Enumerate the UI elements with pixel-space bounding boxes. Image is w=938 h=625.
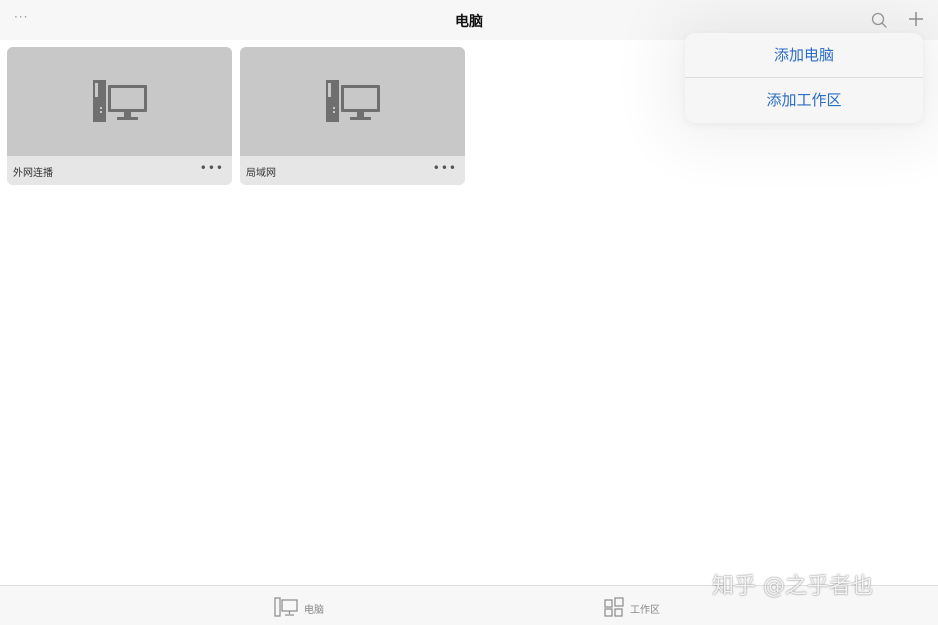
computer-card[interactable]: 局域网 ••• <box>240 47 465 185</box>
card-thumbnail[interactable] <box>7 47 232 156</box>
add-computer-menu-item[interactable]: 添加电脑 <box>685 33 923 78</box>
computer-icon <box>326 80 380 122</box>
computer-icon <box>274 597 298 617</box>
card-footer: 局域网 ••• <box>240 156 465 185</box>
workspace-icon <box>604 597 624 617</box>
computer-card[interactable]: 外网连播 ••• <box>7 47 232 185</box>
add-popover-menu: 添加电脑 添加工作区 <box>685 33 923 123</box>
page-title: 电脑 <box>455 14 483 30</box>
tab-label: 电脑 <box>304 605 324 616</box>
tab-label: 工作区 <box>630 605 660 616</box>
search-icon[interactable] <box>870 11 888 29</box>
add-workspace-menu-item[interactable]: 添加工作区 <box>685 78 923 122</box>
computer-icon <box>93 80 147 122</box>
card-thumbnail[interactable] <box>240 47 465 156</box>
card-more-button[interactable]: ••• <box>433 162 457 174</box>
tab-workspace[interactable]: 工作区 <box>603 586 673 625</box>
card-title: 外网连播 <box>13 168 53 179</box>
card-more-button[interactable]: ••• <box>200 162 224 174</box>
watermark: 知乎 @之乎者也 <box>712 574 873 599</box>
tab-computers[interactable]: 电脑 <box>274 586 334 625</box>
card-title: 局域网 <box>246 168 276 179</box>
card-footer: 外网连播 ••• <box>7 156 232 185</box>
